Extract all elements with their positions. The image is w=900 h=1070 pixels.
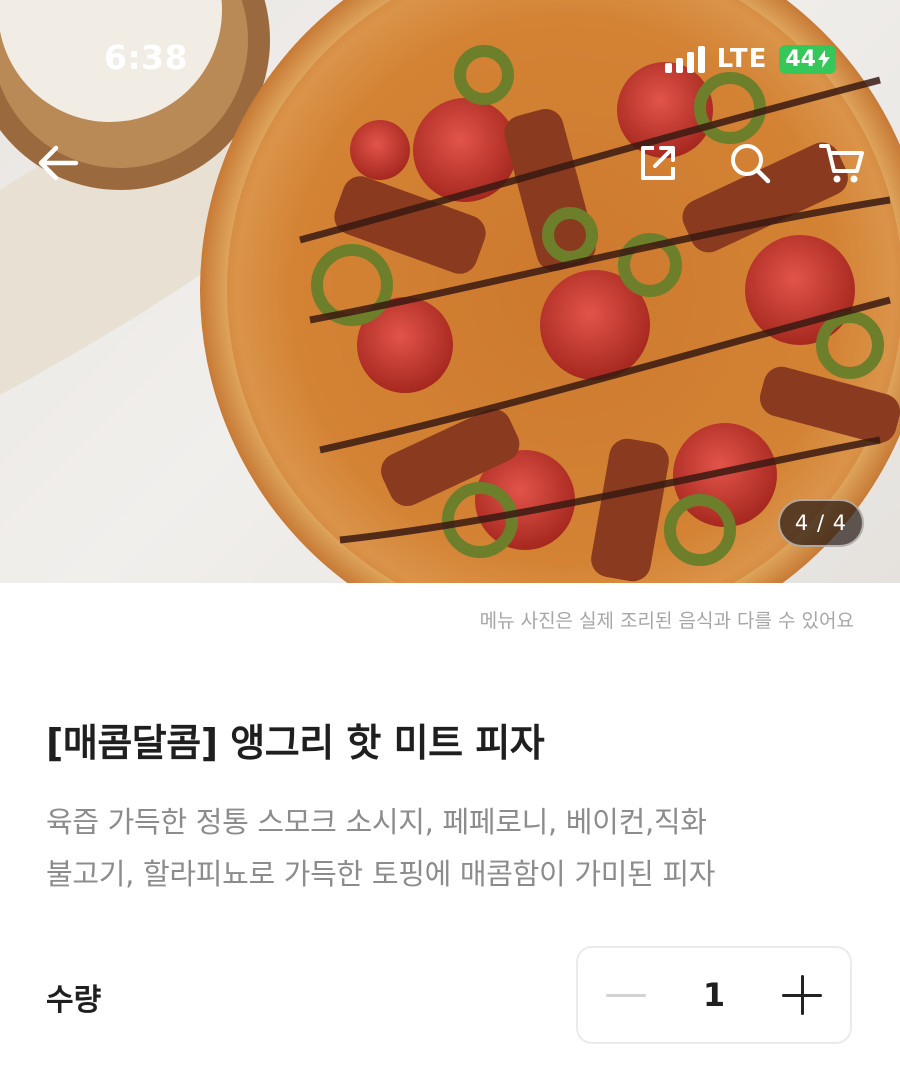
bolt-icon <box>818 50 830 68</box>
quantity-label: 수량 <box>46 983 102 1018</box>
decrease-quantity-button[interactable] <box>606 993 646 997</box>
arrow-left-icon <box>38 145 79 181</box>
status-time: 6:38 <box>104 38 189 77</box>
share-button[interactable] <box>628 133 688 193</box>
product-title: [매콤달콤] 앵그리 핫 미트 피자 <box>46 721 545 765</box>
quantity-value: 1 <box>702 976 726 1014</box>
image-counter: 4 / 4 <box>778 499 864 547</box>
description-line: 불고기, 할라피뇨로 가득한 토핑에 매콤함이 가미된 피자 <box>46 857 716 891</box>
search-button[interactable] <box>720 133 780 193</box>
network-type: LTE <box>716 44 768 74</box>
share-external-icon <box>641 146 675 180</box>
back-button[interactable] <box>28 133 88 193</box>
quantity-stepper: 1 <box>576 946 852 1044</box>
battery-indicator: 44 <box>779 44 836 74</box>
cart-button[interactable] <box>812 133 872 193</box>
product-image-gallery[interactable]: 6:38 LTE 44 4 / 4 <box>0 0 900 583</box>
description-line: 육즙 가득한 정통 스모크 소시지, 페페로니, 베이컨,직화 <box>46 805 707 839</box>
increase-quantity-button[interactable] <box>781 975 822 1015</box>
signal-icon <box>664 45 705 73</box>
search-icon <box>731 144 771 184</box>
status-indicators: LTE 44 <box>664 42 836 76</box>
battery-level: 44 <box>785 46 816 72</box>
pizza-photo <box>0 0 900 583</box>
cart-icon <box>819 144 864 183</box>
product-description: 육즙 가득한 정통 스모크 소시지, 페페로니, 베이컨,직화 불고기, 할라피… <box>46 796 866 900</box>
photo-disclaimer: 메뉴 사진은 실제 조리된 음식과 다를 수 있어요 <box>479 610 854 632</box>
